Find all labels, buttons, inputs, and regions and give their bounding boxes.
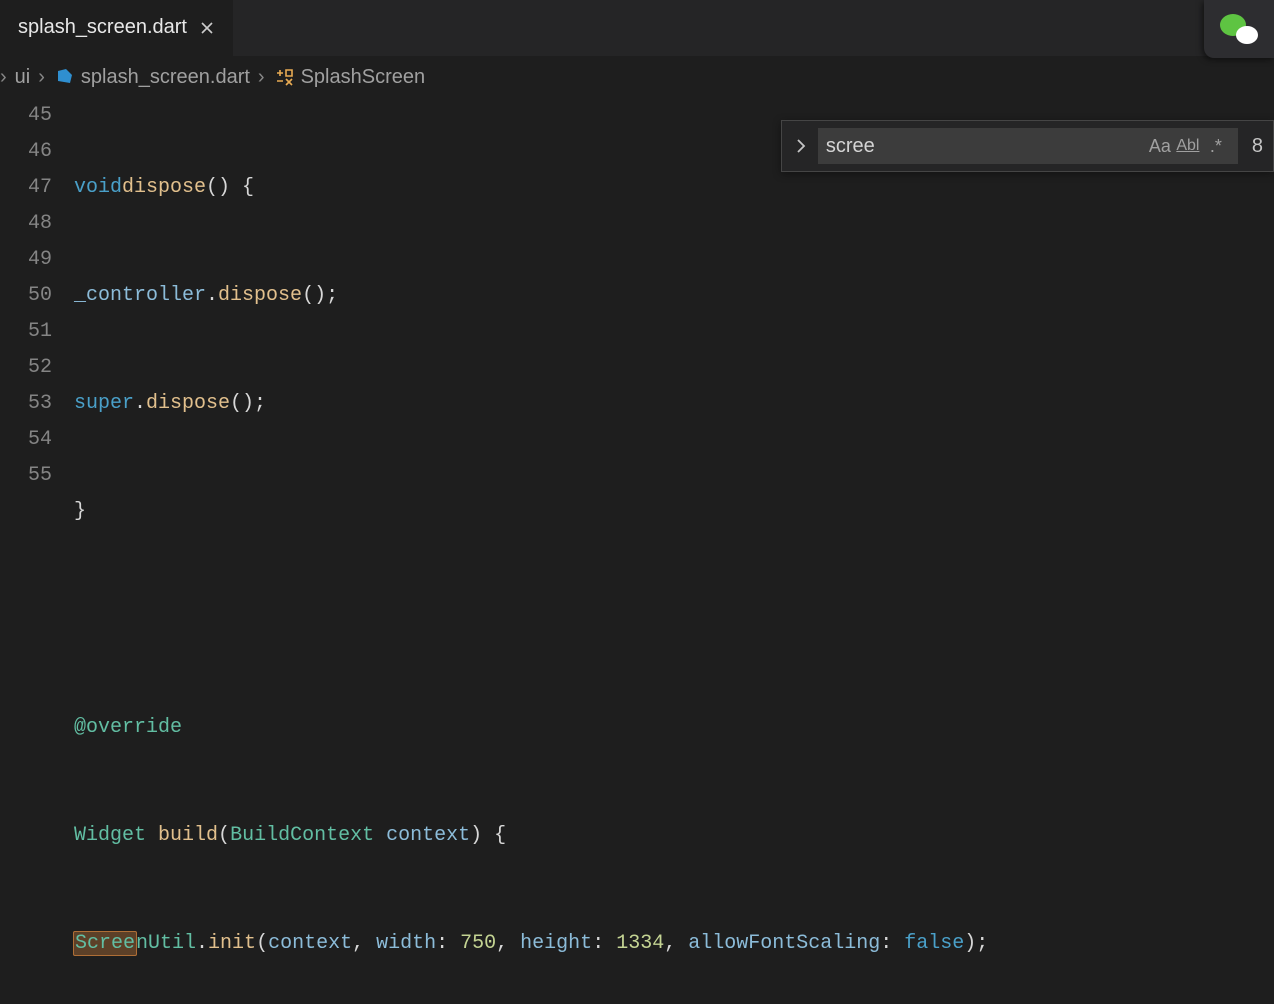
code-line xyxy=(74,602,1274,638)
find-widget: Aa Abl .* 8 xyxy=(781,120,1274,172)
line-number: 48 xyxy=(0,206,52,242)
find-input[interactable] xyxy=(826,135,1146,158)
code-line: Widget build(BuildContext context) { xyxy=(74,818,1274,854)
tab-label: splash_screen.dart xyxy=(18,16,187,39)
breadcrumb-symbol[interactable]: SplashScreen xyxy=(273,66,426,89)
line-number: 55 xyxy=(0,458,52,494)
wechat-overlay[interactable] xyxy=(1204,0,1274,58)
code-line: _controller.dispose(); xyxy=(74,278,1274,314)
line-number: 47 xyxy=(0,170,52,206)
chevron-right-icon: › xyxy=(0,66,7,89)
chevron-right-icon: › xyxy=(38,66,45,89)
dart-file-icon xyxy=(53,66,75,88)
code-line: super.dispose(); xyxy=(74,386,1274,422)
tab-splash-screen[interactable]: splash_screen.dart xyxy=(0,0,233,56)
close-icon[interactable] xyxy=(199,20,215,36)
code-line: ScreenUtil.init(context, width: 750, hei… xyxy=(74,926,1274,962)
wechat-icon xyxy=(1218,12,1260,46)
find-result-count: 8 xyxy=(1246,135,1263,158)
match-whole-word-toggle[interactable]: Abl xyxy=(1174,137,1202,155)
code-line: @override xyxy=(74,710,1274,746)
gutter: 45 46 47 48 49 50 51 52 53 54 55 xyxy=(0,98,74,502)
line-number: 52 xyxy=(0,350,52,386)
class-icon xyxy=(273,66,295,88)
line-number: 53 xyxy=(0,386,52,422)
regex-toggle[interactable]: .* xyxy=(1202,136,1230,157)
find-input-container: Aa Abl .* xyxy=(818,128,1238,164)
breadcrumb: › ui › splash_screen.dart › SplashScreen xyxy=(0,56,1274,98)
line-number: 51 xyxy=(0,314,52,350)
breadcrumb-file[interactable]: splash_screen.dart xyxy=(53,66,250,89)
line-number: 49 xyxy=(0,242,52,278)
breadcrumb-folder[interactable]: ui xyxy=(15,66,31,89)
code-line: void dispose() { xyxy=(74,170,1274,206)
tab-bar: splash_screen.dart xyxy=(0,0,1274,56)
search-match: Scree xyxy=(73,931,137,956)
chevron-right-icon: › xyxy=(258,66,265,89)
line-number: 50 xyxy=(0,278,52,314)
chevron-right-icon[interactable] xyxy=(792,138,810,154)
line-number: 46 xyxy=(0,134,52,170)
line-number: 45 xyxy=(0,98,52,134)
code-line: } xyxy=(74,494,1274,530)
match-case-toggle[interactable]: Aa xyxy=(1146,136,1174,157)
line-number: 54 xyxy=(0,422,52,458)
